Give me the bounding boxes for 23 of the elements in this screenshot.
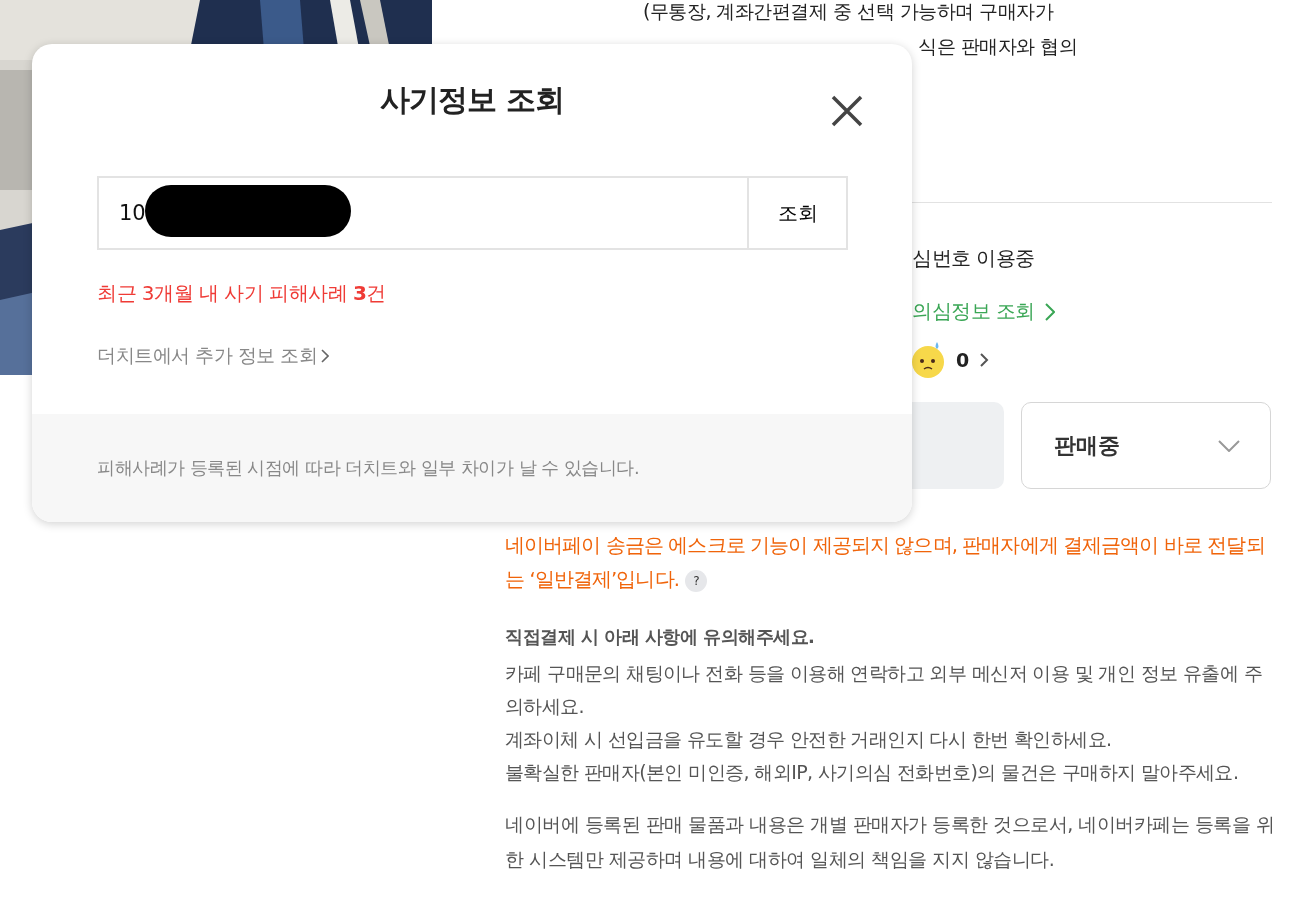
sale-status-select[interactable]: 판매중 (1021, 402, 1271, 489)
chevron-right-icon (1044, 302, 1055, 321)
caution-text: 카페 구매문의 채팅이나 전화 등을 이용해 연락하고 외부 메신저 이용 및 개인 정보 유출에 주의하세요. (505, 661, 1263, 719)
more-info-link[interactable]: 더치트에서 추가 정보 조회 (97, 343, 330, 369)
payment-note: (무통장, 계좌간편결제 중 선택 가능하며 구매자가 (642, 0, 1055, 22)
close-icon[interactable] (830, 94, 864, 128)
caution-text: 계좌이체 시 선입금을 유도할 경우 안전한 거래인지 다시 한번 확인하세요. (505, 727, 1113, 752)
escrow-warning: 네이버페이 송금은 에스크로 기능이 제공되지 않으며, 판매자에게 결제금액이 바로 전달되는 ‘일반결제’입니다. ? (505, 533, 1266, 594)
chevron-down-icon (1218, 439, 1240, 452)
worried-face-icon (912, 341, 946, 379)
fraud-result: 최근 3개월 내 사기 피해사례 3건 (97, 280, 387, 307)
help-icon[interactable]: ? (685, 569, 707, 592)
caution-title: 직접결제 시 아래 사항에 유의해주세요. (505, 625, 816, 649)
chevron-right-icon[interactable] (979, 352, 990, 368)
caution-text: 불확실한 판매자(본인 미인증, 해외IP, 사기의심 전화번호)의 물건은 구매하지 말아주세요. (505, 760, 1240, 785)
reaction-count: 0 (956, 349, 970, 371)
dialog-title: 사기정보 조회 (380, 80, 564, 119)
payment-note: 식은 판매자와 협의 (917, 35, 1079, 57)
phone-status: 심번호 이용중 (912, 245, 1036, 272)
disclaimer-text: 네이버에 등록된 판매 물품과 내용은 개별 판매자가 등록한 것으로서, 네이버카페는 등록을 위한 시스템만 제공하며 내용에 대하여 일체의 책임을 지지 않습니다. (505, 812, 1275, 872)
footer-note: 피해사례가 등록된 시점에 따라 더치트와 일부 차이가 날 수 있습니다. (97, 456, 640, 480)
chevron-right-icon (321, 349, 330, 363)
search-field[interactable]: 10 조회 (97, 176, 848, 250)
